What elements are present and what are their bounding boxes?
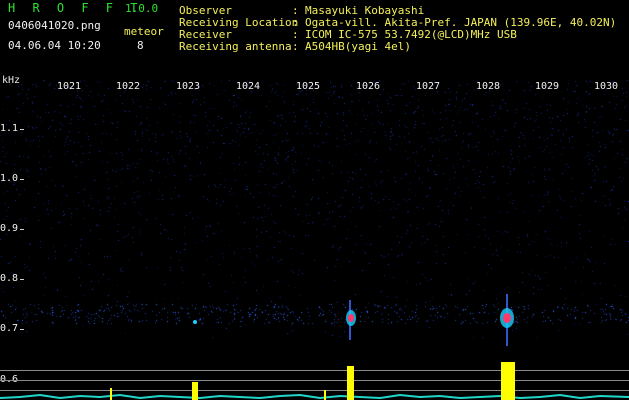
meteor-echo-core	[503, 313, 511, 323]
meteor-label: meteor	[124, 25, 164, 38]
spectrogram-panel: kHz 1021 1022 1023 1024 1025 1026 1027 1…	[0, 72, 629, 400]
meteor-bar	[110, 388, 112, 400]
meteor-bar	[192, 382, 198, 400]
meteor-bar	[347, 366, 354, 400]
meteor-bar	[501, 362, 515, 400]
header-panel: H R O F F T 1.0.0 0406041020.png 04.06.0…	[0, 0, 629, 72]
meteor-bar	[324, 390, 326, 400]
meteor-echo-dot	[193, 320, 197, 324]
file-name: 0406041020.png	[8, 19, 101, 32]
app-title: H R O F F T	[8, 1, 143, 15]
antenna-label: Receiving antenna	[179, 40, 292, 53]
antenna-value: A504HB(yagi 4el)	[305, 40, 411, 53]
date-time: 04.06.04 10:20	[8, 39, 101, 52]
meteor-echo-core	[348, 314, 354, 322]
meteor-echo-layer	[0, 294, 629, 400]
antenna-sep: :	[292, 40, 299, 53]
app-version: 1.0.0	[125, 2, 159, 15]
baseline-trace	[0, 393, 629, 400]
meteor-count: 8	[137, 39, 144, 52]
